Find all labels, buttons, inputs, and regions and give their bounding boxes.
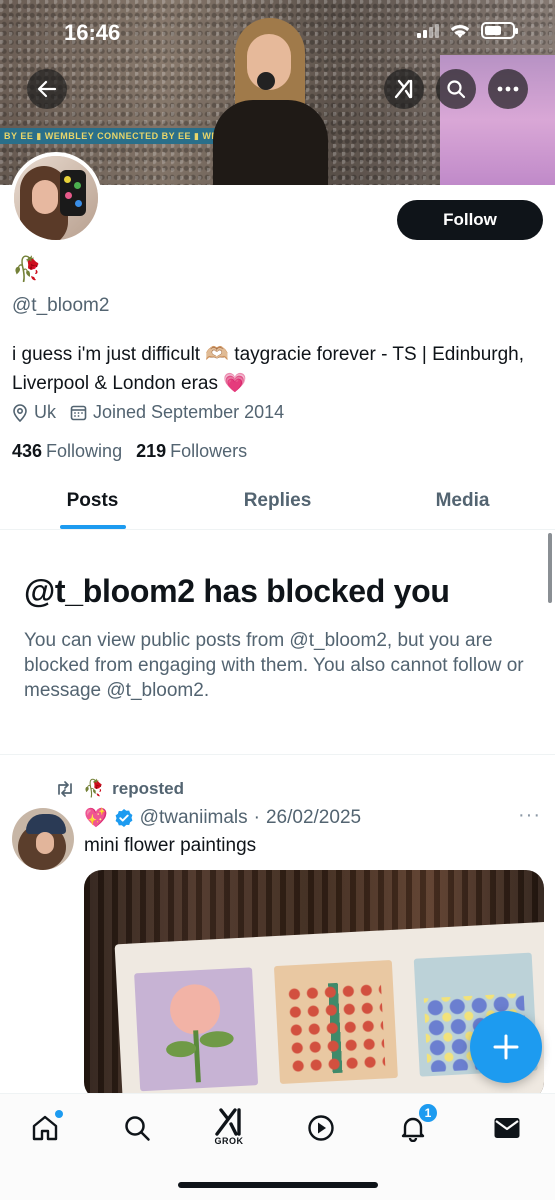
profile-tabs: Posts Replies Media <box>0 474 555 530</box>
search-icon <box>447 80 466 99</box>
tab-replies[interactable]: Replies <box>185 474 370 529</box>
home-indicator <box>178 1182 378 1188</box>
tab-posts[interactable]: Posts <box>0 474 185 529</box>
repost-icon <box>58 781 72 797</box>
nav-messages[interactable] <box>487 1108 527 1148</box>
followers-link[interactable]: 219 Followers <box>136 441 247 462</box>
post-text: mini flower paintings <box>84 835 257 856</box>
profile-meta: Uk Joined September 2014 <box>12 402 284 423</box>
repost-emoji: 🥀 <box>83 779 105 798</box>
blocked-title: @t_bloom2 has blocked you <box>24 573 450 609</box>
following-link[interactable]: 436 Following <box>12 441 122 462</box>
follow-button[interactable]: Follow <box>397 200 543 240</box>
scrollbar[interactable] <box>548 533 552 603</box>
post-more-button[interactable]: ··· <box>518 804 541 827</box>
divider <box>0 754 555 755</box>
search-button[interactable] <box>436 69 476 109</box>
profile-avatar[interactable] <box>10 152 102 244</box>
nav-search[interactable] <box>117 1108 157 1148</box>
more-button[interactable] <box>488 69 528 109</box>
messages-icon <box>494 1118 520 1138</box>
painting-tile <box>134 967 259 1092</box>
repost-indicator: 🥀 reposted <box>55 779 184 799</box>
video-icon <box>308 1115 334 1141</box>
painting-tile <box>273 959 398 1084</box>
grok-label: GROK <box>214 1136 244 1146</box>
header-separator: · <box>253 807 260 828</box>
verified-badge-icon <box>115 809 133 827</box>
post-header: 💖 @twaniimals · 26/02/2025 <box>84 806 361 830</box>
search-icon <box>125 1116 150 1141</box>
nav-home[interactable] <box>25 1108 65 1148</box>
arrow-left-icon <box>37 80 57 98</box>
followers-label: Followers <box>170 441 248 461</box>
painting-card <box>114 919 544 1100</box>
grok-icon <box>394 79 413 99</box>
profile-handle: @t_bloom2 <box>12 295 110 316</box>
follow-counts: 436 Following 219 Followers <box>12 441 247 462</box>
banner-singer <box>205 10 335 185</box>
grok-button[interactable] <box>384 69 424 109</box>
followers-count: 219 <box>136 441 167 461</box>
author-handle[interactable]: @twaniimals <box>140 807 248 829</box>
status-icons <box>417 22 518 39</box>
post-avatar[interactable] <box>12 808 74 870</box>
calendar-icon <box>70 405 87 421</box>
plus-icon <box>493 1034 519 1060</box>
back-button[interactable] <box>27 69 67 109</box>
status-time: 16:46 <box>64 20 121 45</box>
notification-badge: 1 <box>419 1104 437 1122</box>
location-icon <box>13 403 27 422</box>
signal-icon <box>417 23 439 38</box>
post-date: 26/02/2025 <box>265 807 362 828</box>
display-name: 🥀 <box>12 256 42 283</box>
blocked-text: You can view public posts from @t_bloom2… <box>24 630 524 701</box>
following-label: Following <box>46 441 123 461</box>
home-icon <box>32 1115 58 1141</box>
battery-icon <box>481 22 518 39</box>
join-date: Joined September 2014 <box>70 402 284 423</box>
compose-button[interactable] <box>470 1011 542 1083</box>
following-count: 436 <box>12 441 43 461</box>
tab-media[interactable]: Media <box>370 474 555 529</box>
nav-video[interactable] <box>301 1108 341 1148</box>
profile-bio: i guess i'm just difficult 🫶🏼 taygracie … <box>12 344 525 394</box>
home-unread-dot <box>55 1110 63 1118</box>
more-icon <box>497 86 519 92</box>
location: Uk <box>12 402 56 423</box>
join-date-text: Joined September 2014 <box>93 402 285 422</box>
nav-notifications[interactable]: 1 <box>393 1104 437 1148</box>
wifi-icon <box>450 24 470 38</box>
location-text: Uk <box>34 402 56 422</box>
grok-icon <box>215 1108 241 1136</box>
repost-label: reposted <box>112 779 184 798</box>
author-name[interactable]: 💖 <box>84 806 108 830</box>
